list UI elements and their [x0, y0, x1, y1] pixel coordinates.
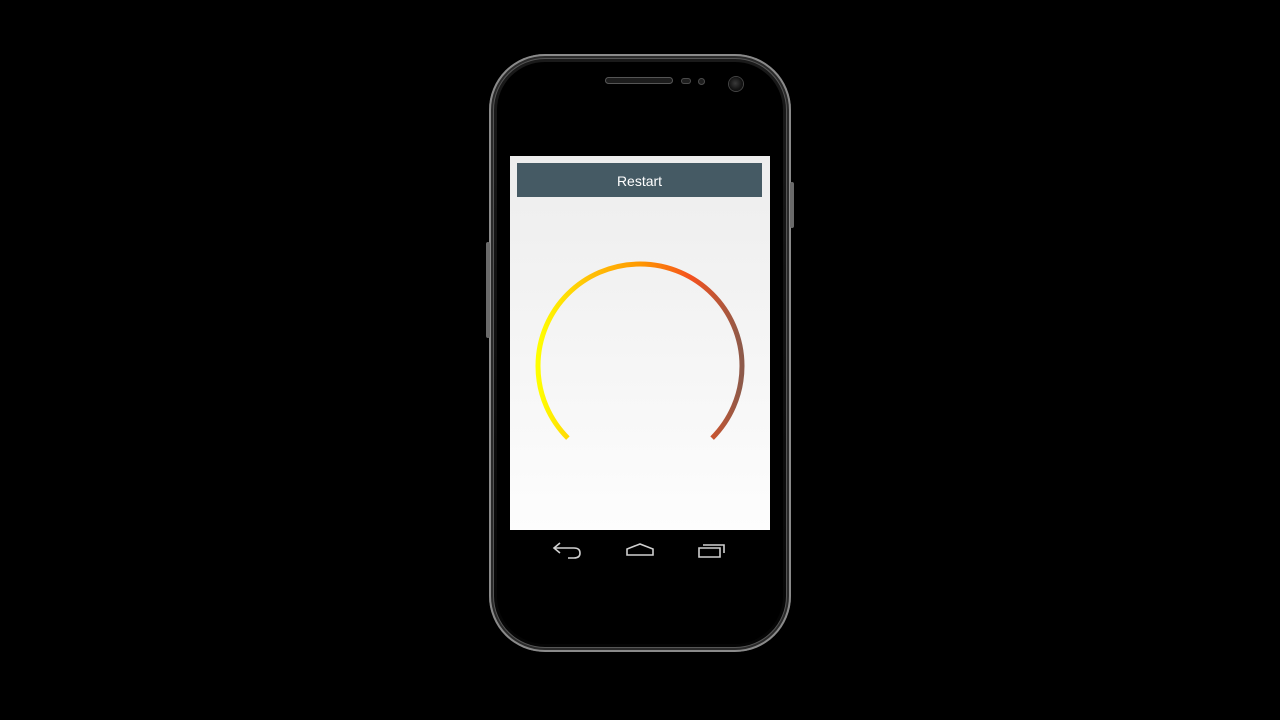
gauge-arc: [535, 261, 745, 440]
device-screen: Restart: [510, 128, 770, 590]
status-bar: [510, 128, 770, 156]
front-camera: [729, 77, 743, 91]
recent-apps-button[interactable]: [693, 540, 733, 562]
app-content: Restart: [510, 156, 770, 530]
back-icon: [552, 542, 581, 559]
arc-gauge: [535, 261, 745, 440]
home-button[interactable]: [620, 540, 660, 562]
volume-button[interactable]: [486, 242, 490, 338]
recent-apps-icon: [698, 544, 725, 558]
navigation-bar: [510, 530, 770, 590]
proximity-sensor: [681, 78, 691, 84]
stage: Restart: [0, 0, 1280, 720]
back-button[interactable]: [548, 540, 588, 562]
home-icon: [626, 543, 654, 556]
power-button[interactable]: [790, 182, 794, 228]
light-sensor: [698, 78, 705, 85]
earpiece-speaker: [605, 77, 673, 84]
